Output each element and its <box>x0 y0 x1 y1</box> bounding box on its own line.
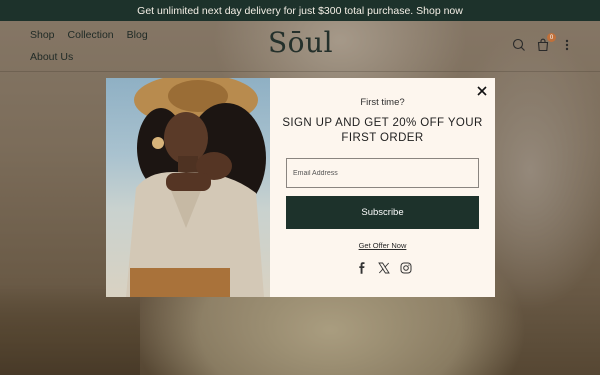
cart-icon[interactable]: 0 <box>536 33 556 52</box>
nav-item-about-us[interactable]: About Us <box>30 51 73 63</box>
site-header: Shop Collection Blog About Us Sōul 0 <box>0 21 600 72</box>
instagram-icon[interactable] <box>400 261 412 274</box>
close-icon[interactable] <box>475 84 489 98</box>
subscribe-button[interactable]: Subscribe <box>286 196 479 229</box>
offer-link-wrapper: Get Offer Now <box>270 241 495 250</box>
nav-item-shop[interactable]: Shop <box>30 29 55 41</box>
header-icons: 0 <box>512 33 574 52</box>
main-nav: Shop Collection Blog <box>30 29 148 41</box>
signup-popup: First time? SIGN UP AND GET 20% OFF YOUR… <box>106 78 495 297</box>
x-icon[interactable] <box>378 261 390 274</box>
brand-logo[interactable]: Sōul <box>268 26 333 59</box>
nav-item-blog[interactable]: Blog <box>127 29 148 41</box>
popup-headline: SIGN UP AND GET 20% OFF YOUR FIRST ORDER <box>282 117 483 144</box>
popup-content: First time? SIGN UP AND GET 20% OFF YOUR… <box>270 78 495 297</box>
more-vertical-icon[interactable] <box>560 38 574 52</box>
announcement-bar[interactable]: Get unlimited next day delivery for just… <box>0 0 600 21</box>
search-icon[interactable] <box>512 38 526 52</box>
email-field[interactable] <box>286 158 479 188</box>
popup-eyebrow: First time? <box>360 97 405 108</box>
get-offer-link[interactable]: Get Offer Now <box>359 241 407 250</box>
facebook-icon[interactable] <box>356 261 368 274</box>
cart-count-badge: 0 <box>547 33 556 42</box>
announcement-text[interactable]: Get unlimited next day delivery for just… <box>137 5 463 17</box>
social-links <box>356 261 412 274</box>
header-divider <box>0 71 600 72</box>
popup-image <box>106 78 270 297</box>
nav-item-collection[interactable]: Collection <box>68 29 114 41</box>
